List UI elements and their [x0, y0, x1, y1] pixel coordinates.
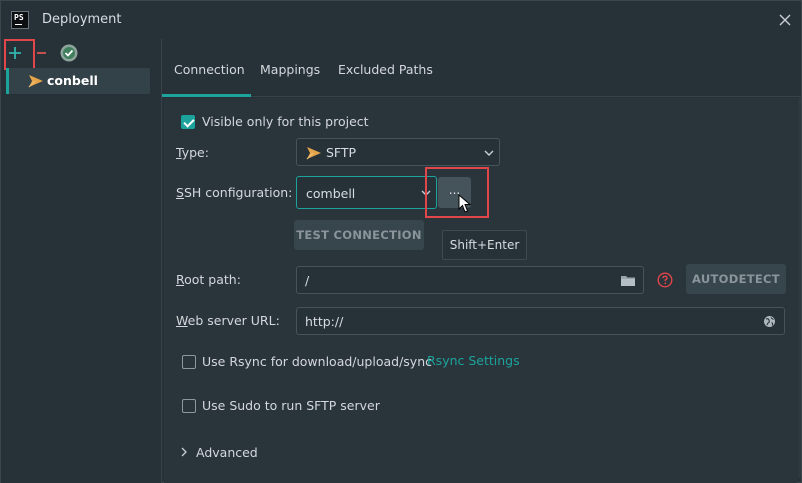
tab-excluded-paths[interactable]: Excluded Paths — [338, 62, 433, 77]
server-list-panel: conbell — [1, 39, 162, 483]
folder-icon[interactable] — [620, 274, 636, 287]
chevron-down-icon — [484, 150, 494, 156]
ssh-config-select[interactable]: combell — [296, 176, 437, 209]
check-circle-icon — [60, 44, 78, 62]
set-default-button[interactable] — [58, 42, 80, 64]
type-label-text: ype: — [181, 145, 209, 160]
deployment-dialog: PS Deployment conbell Connection Mapping… — [0, 0, 802, 483]
web-server-url-label: Web server URL: — [176, 313, 280, 328]
server-item-label: conbell — [47, 73, 98, 88]
shortcut-tooltip: Shift+Enter — [442, 230, 527, 260]
ssh-label-text: SH configuration: — [183, 185, 293, 200]
add-server-button[interactable] — [4, 42, 26, 64]
ssh-label-mnemonic: S — [176, 185, 184, 200]
chevron-right-icon[interactable] — [180, 447, 188, 457]
web-server-url-input[interactable]: http:// — [296, 307, 785, 335]
visible-only-label: Visible only for this project — [202, 114, 369, 129]
ssh-config-label: SSH configuration: — [176, 185, 292, 200]
root-path-label: Root path: — [176, 272, 241, 287]
type-label: Type: — [176, 145, 209, 160]
use-sudo-checkbox[interactable] — [182, 399, 196, 413]
autodetect-button[interactable]: AUTODETECT — [686, 264, 786, 294]
chevron-down-icon — [421, 190, 431, 196]
web-server-url-value: http:// — [305, 314, 344, 329]
web-url-label-mnemonic: W — [176, 313, 188, 328]
type-select[interactable]: SFTP — [296, 138, 500, 166]
scrollbar-track[interactable] — [798, 98, 801, 478]
sftp-icon — [306, 147, 321, 160]
test-connection-button[interactable]: TEST CONNECTION — [294, 220, 424, 250]
rsync-settings-link[interactable]: Rsync Settings — [427, 353, 520, 368]
app-logo-text: PS — [14, 13, 24, 22]
help-icon[interactable] — [657, 272, 673, 288]
use-rsync-checkbox[interactable] — [182, 355, 196, 369]
active-tab-indicator — [162, 94, 251, 97]
close-icon[interactable] — [777, 12, 793, 28]
phpstorm-logo-icon: PS — [11, 11, 29, 29]
root-path-input[interactable]: / — [296, 266, 644, 294]
tab-connection[interactable]: Connection — [174, 62, 245, 77]
tab-bar: Connection Mappings Excluded Paths — [162, 39, 802, 97]
server-item-conbell[interactable]: conbell — [6, 68, 150, 94]
remove-server-button[interactable] — [32, 42, 54, 64]
advanced-section-toggle[interactable]: Advanced — [196, 445, 258, 460]
minus-icon — [37, 52, 46, 54]
sftp-server-icon — [28, 75, 43, 88]
use-rsync-label: Use Rsync for download/upload/sync — [202, 354, 432, 369]
ssh-config-browse-button[interactable]: ... — [438, 177, 471, 208]
ssh-config-value: combell — [306, 186, 356, 201]
root-path-label-mnemonic: R — [176, 272, 185, 287]
root-path-label-text: oot path: — [184, 272, 241, 287]
tab-mappings[interactable]: Mappings — [260, 62, 320, 77]
root-path-value: / — [305, 273, 310, 288]
use-sudo-label: Use Sudo to run SFTP server — [202, 398, 380, 413]
globe-icon[interactable] — [763, 315, 776, 328]
title-bar: PS Deployment — [1, 1, 801, 39]
type-value: SFTP — [326, 145, 357, 160]
visible-only-checkbox[interactable] — [181, 115, 195, 129]
window-title: Deployment — [42, 12, 122, 27]
web-url-label-text: eb server URL: — [187, 313, 280, 328]
plus-icon — [9, 47, 21, 59]
server-list-toolbar — [1, 39, 162, 70]
